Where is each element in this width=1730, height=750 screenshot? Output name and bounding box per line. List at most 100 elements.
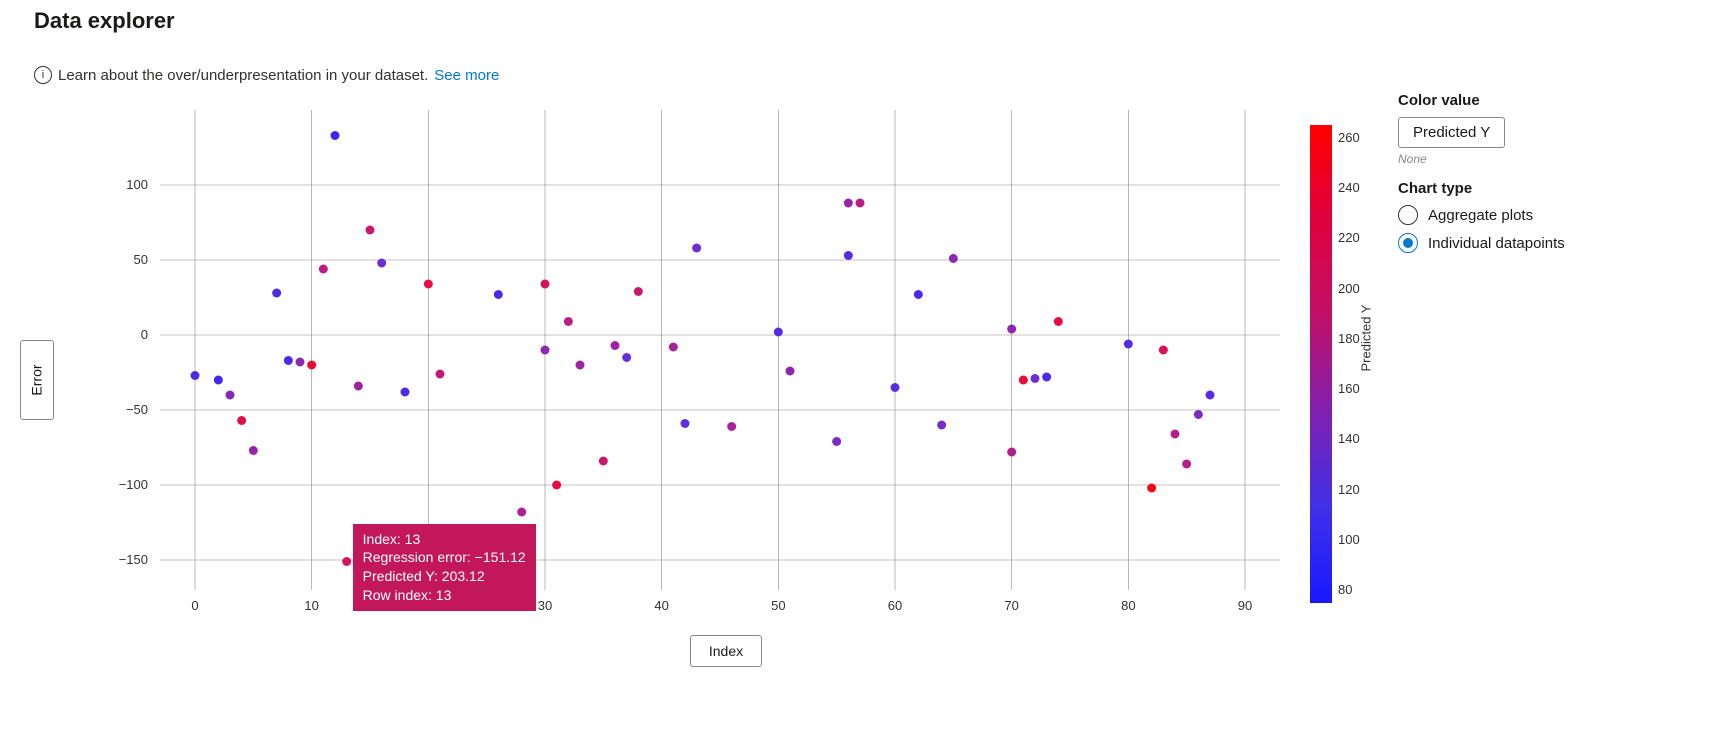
chart-type-label: Chart type: [1398, 180, 1708, 197]
chart-type-radio[interactable]: Aggregate plots: [1398, 205, 1708, 225]
colorbar-tick: 120: [1338, 482, 1360, 497]
side-panel: Color value Predicted Y None Chart type …: [1398, 92, 1708, 261]
svg-text:20: 20: [421, 598, 435, 613]
datapoint[interactable]: [494, 290, 503, 299]
scatter-plot[interactable]: 0102030405060708090−150−100−50050100: [80, 100, 1290, 620]
datapoint[interactable]: [1007, 448, 1016, 457]
datapoint[interactable]: [366, 226, 375, 235]
colorbar: 26024022020018016014012010080 Predicted …: [1310, 125, 1380, 605]
svg-text:10: 10: [304, 598, 318, 613]
datapoint[interactable]: [552, 481, 561, 490]
page-title: Data explorer: [34, 8, 175, 34]
datapoint[interactable]: [844, 251, 853, 260]
datapoint[interactable]: [296, 358, 305, 367]
datapoint[interactable]: [692, 244, 701, 253]
datapoint[interactable]: [342, 557, 351, 566]
datapoint[interactable]: [1147, 484, 1156, 493]
colorbar-tick: 180: [1338, 331, 1360, 346]
svg-text:100: 100: [126, 177, 148, 192]
svg-text:90: 90: [1238, 598, 1252, 613]
datapoint[interactable]: [669, 343, 678, 352]
datapoint[interactable]: [424, 280, 433, 289]
datapoint[interactable]: [1054, 317, 1063, 326]
datapoint[interactable]: [774, 328, 783, 337]
datapoint[interactable]: [307, 361, 316, 370]
colorbar-tick: 220: [1338, 230, 1360, 245]
colorbar-gradient: [1310, 125, 1332, 603]
datapoint[interactable]: [1019, 376, 1028, 385]
datapoint[interactable]: [214, 376, 223, 385]
datapoint[interactable]: [844, 199, 853, 208]
datapoint[interactable]: [937, 421, 946, 430]
datapoint[interactable]: [401, 388, 410, 397]
subtitle-text: Learn about the over/underpresentation i…: [58, 67, 428, 84]
svg-text:−100: −100: [119, 477, 148, 492]
datapoint[interactable]: [1194, 410, 1203, 419]
colorbar-tick: 160: [1338, 381, 1360, 396]
color-value-hint: None: [1398, 152, 1708, 166]
datapoint[interactable]: [564, 317, 573, 326]
colorbar-tick: 80: [1338, 582, 1352, 597]
info-icon: i: [34, 66, 52, 84]
datapoint[interactable]: [319, 265, 328, 274]
colorbar-label: Predicted Y: [1359, 305, 1374, 372]
datapoint[interactable]: [949, 254, 958, 263]
datapoint[interactable]: [226, 391, 235, 400]
datapoint[interactable]: [1171, 430, 1180, 439]
color-value-label: Color value: [1398, 92, 1708, 109]
datapoint[interactable]: [634, 287, 643, 296]
datapoint[interactable]: [681, 419, 690, 428]
datapoint[interactable]: [272, 289, 281, 298]
datapoint[interactable]: [436, 370, 445, 379]
datapoint[interactable]: [191, 371, 200, 380]
colorbar-tick: 140: [1338, 431, 1360, 446]
svg-text:0: 0: [191, 598, 198, 613]
colorbar-tick: 260: [1338, 130, 1360, 145]
color-value-button[interactable]: Predicted Y: [1398, 117, 1505, 148]
datapoint[interactable]: [517, 508, 526, 517]
datapoint[interactable]: [599, 457, 608, 466]
datapoint[interactable]: [914, 290, 923, 299]
colorbar-tick: 240: [1338, 180, 1360, 195]
datapoint[interactable]: [377, 259, 386, 268]
svg-text:40: 40: [654, 598, 668, 613]
datapoint[interactable]: [786, 367, 795, 376]
datapoint[interactable]: [541, 280, 550, 289]
datapoint[interactable]: [1159, 346, 1168, 355]
svg-text:70: 70: [1004, 598, 1018, 613]
chart-type-radio[interactable]: Individual datapoints: [1398, 233, 1708, 253]
datapoint[interactable]: [611, 341, 620, 350]
datapoint[interactable]: [622, 353, 631, 362]
radio-icon: [1398, 205, 1418, 225]
datapoint[interactable]: [727, 422, 736, 431]
svg-text:30: 30: [538, 598, 552, 613]
y-axis-selector-button[interactable]: Error: [20, 340, 54, 420]
svg-text:−150: −150: [119, 552, 148, 567]
datapoint[interactable]: [1042, 373, 1051, 382]
datapoint[interactable]: [331, 131, 340, 140]
see-more-link[interactable]: See more: [434, 67, 499, 84]
svg-text:0: 0: [141, 327, 148, 342]
x-axis-selector-button[interactable]: Index: [690, 635, 762, 667]
datapoint[interactable]: [541, 346, 550, 355]
datapoint[interactable]: [891, 383, 900, 392]
colorbar-tick: 200: [1338, 281, 1360, 296]
datapoint[interactable]: [284, 356, 293, 365]
datapoint[interactable]: [856, 199, 865, 208]
datapoint[interactable]: [576, 361, 585, 370]
subtitle-row: i Learn about the over/underpresentation…: [34, 66, 499, 84]
datapoint[interactable]: [1007, 325, 1016, 334]
datapoint[interactable]: [354, 382, 363, 391]
svg-text:−50: −50: [126, 402, 148, 417]
svg-text:80: 80: [1121, 598, 1135, 613]
datapoint[interactable]: [1206, 391, 1215, 400]
svg-text:50: 50: [134, 252, 148, 267]
datapoint[interactable]: [1182, 460, 1191, 469]
datapoint[interactable]: [249, 446, 258, 455]
datapoint[interactable]: [1031, 374, 1040, 383]
svg-text:60: 60: [888, 598, 902, 613]
radio-label: Individual datapoints: [1428, 235, 1565, 252]
datapoint[interactable]: [832, 437, 841, 446]
datapoint[interactable]: [237, 416, 246, 425]
datapoint[interactable]: [1124, 340, 1133, 349]
